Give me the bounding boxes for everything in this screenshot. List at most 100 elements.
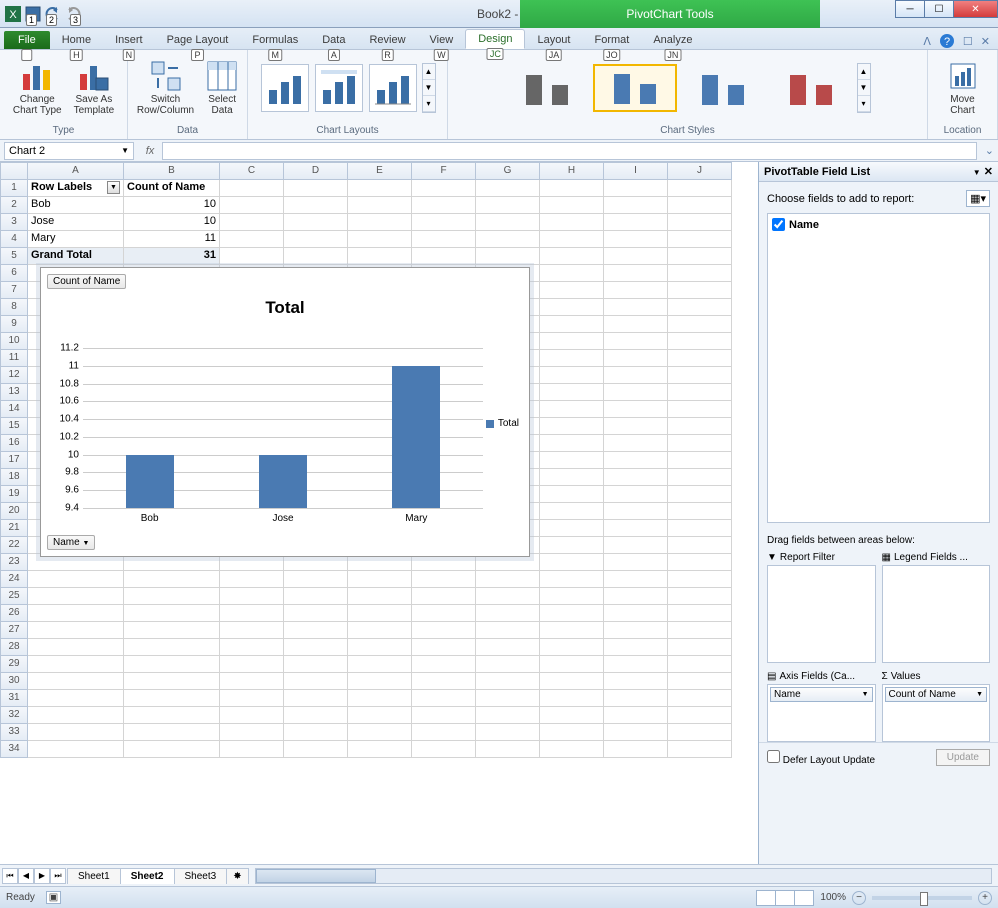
sheet-tab[interactable]: Sheet2 <box>120 868 175 884</box>
column-header[interactable]: A <box>28 162 124 180</box>
cell[interactable] <box>476 673 540 690</box>
column-header[interactable]: F <box>412 162 476 180</box>
chart-layout-option[interactable] <box>315 64 363 112</box>
cell[interactable] <box>540 656 604 673</box>
cell[interactable] <box>220 622 284 639</box>
cell[interactable] <box>540 503 604 520</box>
cell[interactable] <box>668 435 732 452</box>
legend-fields-area[interactable] <box>882 565 991 663</box>
cell[interactable] <box>604 367 668 384</box>
cell[interactable] <box>668 333 732 350</box>
column-header[interactable]: G <box>476 162 540 180</box>
field-item[interactable]: Name <box>771 217 986 232</box>
filter-dropdown-icon[interactable]: ▼ <box>107 181 120 194</box>
cell[interactable] <box>540 673 604 690</box>
cell[interactable] <box>540 231 604 248</box>
cell[interactable] <box>668 282 732 299</box>
cell[interactable] <box>668 350 732 367</box>
pivot-chart[interactable]: Count of Name Total 11.21110.810.610.410… <box>40 267 530 557</box>
cell[interactable] <box>540 724 604 741</box>
cell[interactable] <box>604 656 668 673</box>
cell[interactable] <box>28 639 124 656</box>
tab-design[interactable]: DesignJC <box>465 29 525 49</box>
cell[interactable] <box>476 214 540 231</box>
cell[interactable] <box>540 367 604 384</box>
new-sheet-button[interactable]: ✸ <box>226 868 248 884</box>
cell[interactable] <box>668 588 732 605</box>
cell[interactable] <box>284 180 348 197</box>
cell[interactable] <box>540 605 604 622</box>
column-header[interactable]: I <box>604 162 668 180</box>
tab-page-layout[interactable]: Page LayoutP <box>155 31 241 49</box>
zoom-level[interactable]: 100% <box>820 892 846 903</box>
cell[interactable] <box>284 248 348 265</box>
cell[interactable] <box>124 622 220 639</box>
expand-formula-bar-icon[interactable]: ⌄ <box>981 144 998 157</box>
cell[interactable] <box>28 741 124 758</box>
column-header[interactable]: J <box>668 162 732 180</box>
cell[interactable] <box>412 588 476 605</box>
cell[interactable] <box>348 639 412 656</box>
column-header[interactable]: E <box>348 162 412 180</box>
row-header[interactable]: 24 <box>0 571 28 588</box>
cell[interactable] <box>284 707 348 724</box>
cell[interactable] <box>540 469 604 486</box>
cell[interactable] <box>348 214 412 231</box>
cell[interactable] <box>220 656 284 673</box>
tab-format[interactable]: FormatJO <box>582 31 641 49</box>
row-header[interactable]: 17 <box>0 452 28 469</box>
move-chart-button[interactable]: Move Chart <box>943 58 983 118</box>
cell[interactable] <box>604 724 668 741</box>
cell[interactable] <box>540 418 604 435</box>
row-header[interactable]: 9 <box>0 316 28 333</box>
cell[interactable] <box>668 707 732 724</box>
row-header[interactable]: 13 <box>0 384 28 401</box>
row-header[interactable]: 12 <box>0 367 28 384</box>
row-header[interactable]: 5 <box>0 248 28 265</box>
cell[interactable] <box>604 571 668 588</box>
cell[interactable] <box>220 231 284 248</box>
cell[interactable] <box>476 605 540 622</box>
tab-analyze[interactable]: AnalyzeJN <box>641 31 704 49</box>
cell[interactable] <box>348 180 412 197</box>
cell[interactable] <box>284 571 348 588</box>
name-box[interactable]: Chart 2▼ <box>4 142 134 160</box>
cell[interactable] <box>412 639 476 656</box>
cell[interactable] <box>604 690 668 707</box>
cell[interactable] <box>412 673 476 690</box>
gallery-scroll[interactable]: ▲▼▾ <box>422 63 436 113</box>
cell[interactable] <box>220 707 284 724</box>
chart-style-option[interactable] <box>505 64 589 112</box>
row-header[interactable]: 16 <box>0 435 28 452</box>
row-header[interactable]: 28 <box>0 639 28 656</box>
cell[interactable] <box>348 231 412 248</box>
cell[interactable] <box>284 588 348 605</box>
cell[interactable]: Row Labels▼ <box>28 180 124 197</box>
chevron-down-icon[interactable]: ▼ <box>973 168 981 177</box>
tab-layout[interactable]: LayoutJA <box>525 31 582 49</box>
row-header[interactable]: 29 <box>0 656 28 673</box>
cell[interactable] <box>668 231 732 248</box>
row-header[interactable]: 15 <box>0 418 28 435</box>
cell[interactable] <box>668 299 732 316</box>
cell[interactable] <box>540 571 604 588</box>
cell[interactable] <box>412 231 476 248</box>
chart-bar[interactable] <box>126 455 174 508</box>
cell[interactable] <box>668 554 732 571</box>
report-filter-area[interactable] <box>767 565 876 663</box>
cell[interactable] <box>284 656 348 673</box>
cell[interactable] <box>668 401 732 418</box>
cell[interactable] <box>124 605 220 622</box>
row-header[interactable]: 34 <box>0 741 28 758</box>
cell[interactable] <box>540 384 604 401</box>
cell[interactable]: 31 <box>124 248 220 265</box>
values-area[interactable]: Count of Name▼ <box>882 684 991 742</box>
cell[interactable] <box>540 265 604 282</box>
cell[interactable] <box>412 741 476 758</box>
cell[interactable] <box>604 214 668 231</box>
cell[interactable] <box>220 690 284 707</box>
cell[interactable] <box>28 605 124 622</box>
cell[interactable]: 11 <box>124 231 220 248</box>
cell[interactable] <box>476 197 540 214</box>
cell[interactable] <box>476 656 540 673</box>
